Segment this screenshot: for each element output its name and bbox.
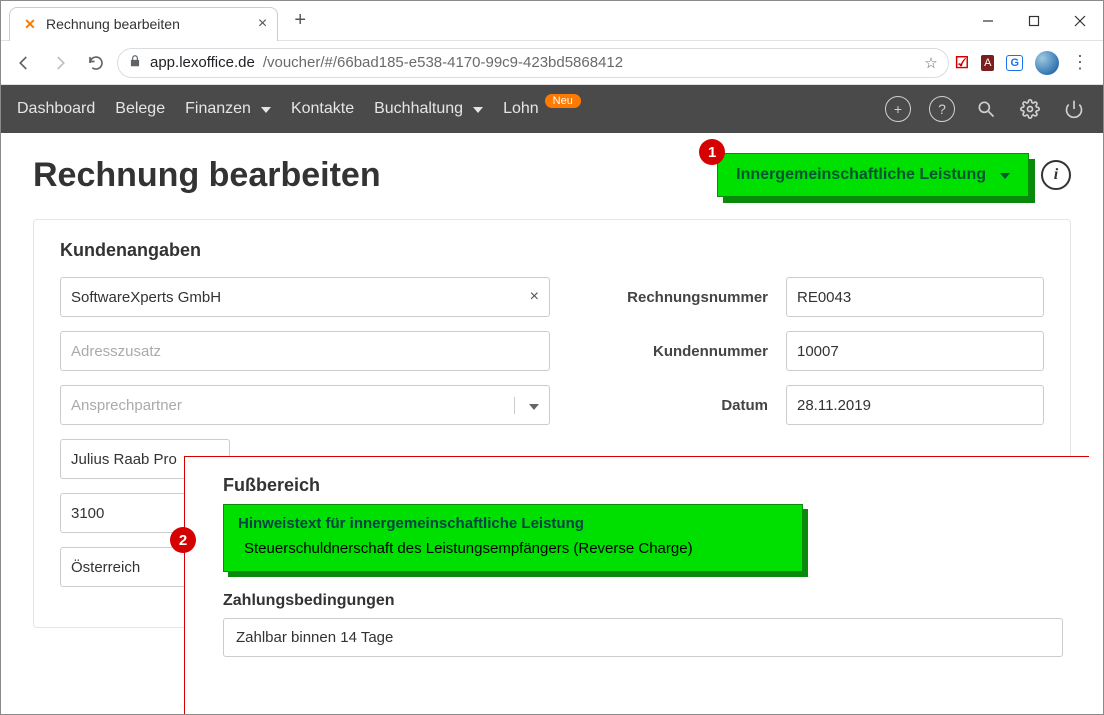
- label-customer-no: Kundennummer: [568, 343, 768, 360]
- nav-buchhaltung[interactable]: Buchhaltung: [374, 100, 483, 118]
- invoice-type-dropdown[interactable]: Innergemeinschaftliche Leistung: [717, 153, 1029, 197]
- customer-number-input[interactable]: 10007: [786, 331, 1044, 371]
- date-input[interactable]: 28.11.2019: [786, 385, 1044, 425]
- new-tab-button[interactable]: +: [286, 7, 314, 35]
- settings-button[interactable]: [1017, 96, 1043, 122]
- window-minimize-button[interactable]: [965, 1, 1011, 41]
- lock-icon: [128, 54, 142, 72]
- help-button[interactable]: ?: [929, 96, 955, 122]
- annotation-marker-1: 1: [699, 139, 725, 165]
- nav-reload-button[interactable]: [81, 48, 111, 78]
- invoice-type-label: Innergemeinschaftliche Leistung: [736, 166, 986, 184]
- app-navigation: Dashboard Belege Finanzen Kontakte Buchh…: [1, 85, 1103, 133]
- url-domain: app.lexoffice.de: [150, 54, 255, 71]
- hint-title: Hinweistext für innergemeinschaftliche L…: [238, 515, 788, 532]
- customer-company-input[interactable]: SoftwareXperts GmbH ×: [60, 277, 550, 317]
- label-invoice-no: Rechnungsnummer: [568, 289, 768, 306]
- tab-title: Rechnung bearbeiten: [46, 16, 180, 32]
- nav-forward-button[interactable]: [45, 48, 75, 78]
- browser-profile-avatar[interactable]: [1035, 51, 1059, 75]
- chevron-down-icon: [257, 100, 271, 118]
- payment-terms-input[interactable]: Zahlbar binnen 14 Tage: [223, 618, 1063, 657]
- contact-person-select[interactable]: Ansprechpartner: [60, 385, 550, 425]
- window-maximize-button[interactable]: [1011, 1, 1057, 41]
- browser-titlebar: ✕ Rechnung bearbeiten × +: [1, 1, 1103, 41]
- chevron-down-icon: [469, 100, 483, 118]
- nav-back-button[interactable]: [9, 48, 39, 78]
- label-date: Datum: [568, 397, 768, 414]
- add-button[interactable]: +: [885, 96, 911, 122]
- extension-blue-icon[interactable]: G: [1006, 55, 1023, 71]
- chevron-down-icon: [514, 397, 539, 414]
- chevron-down-icon: [996, 166, 1010, 184]
- nav-finanzen[interactable]: Finanzen: [185, 100, 271, 118]
- bookmark-star-icon[interactable]: ☆: [924, 54, 937, 72]
- payment-title: Zahlungsbedingungen: [223, 592, 1063, 610]
- footer-section-title: Fußbereich: [223, 475, 1063, 496]
- browser-tab[interactable]: ✕ Rechnung bearbeiten ×: [9, 7, 278, 41]
- nav-lohn-badge: Neu: [545, 94, 581, 108]
- browser-toolbar: app.lexoffice.de/voucher/#/66bad185-e538…: [1, 41, 1103, 85]
- search-button[interactable]: [973, 96, 999, 122]
- address-bar[interactable]: app.lexoffice.de/voucher/#/66bad185-e538…: [117, 48, 949, 78]
- address-supplement-input[interactable]: Adresszusatz: [60, 331, 550, 371]
- tab-close-icon[interactable]: ×: [258, 15, 267, 33]
- favicon-icon: ✕: [22, 16, 38, 32]
- invoice-number-input[interactable]: RE0043: [786, 277, 1044, 317]
- extension-mcafee-icon[interactable]: ☑: [955, 53, 969, 73]
- extension-pdf-icon[interactable]: A: [981, 55, 994, 71]
- power-button[interactable]: [1061, 96, 1087, 122]
- nav-belege[interactable]: Belege: [115, 100, 165, 118]
- nav-kontakte[interactable]: Kontakte: [291, 100, 354, 118]
- hint-body: Steuerschuldnerschaft des Leistungsempfä…: [238, 540, 788, 557]
- annotation-marker-2: 2: [170, 527, 196, 553]
- clear-icon[interactable]: ×: [530, 288, 539, 306]
- nav-lohn[interactable]: LohnNeu: [503, 100, 581, 118]
- browser-menu-icon[interactable]: ⋮: [1071, 52, 1089, 73]
- info-icon[interactable]: i: [1041, 160, 1071, 190]
- url-path: /voucher/#/66bad185-e538-4170-99c9-423bd…: [263, 54, 623, 71]
- nav-dashboard[interactable]: Dashboard: [17, 100, 95, 118]
- customer-section-title: Kundenangaben: [60, 240, 1044, 261]
- hint-box: Hinweistext für innergemeinschaftliche L…: [223, 504, 803, 572]
- footer-overlay: 2 Fußbereich Hinweistext für innergemein…: [184, 456, 1089, 714]
- page-title: Rechnung bearbeiten: [33, 156, 381, 195]
- extensions-area: ☑ A G ⋮: [955, 51, 1095, 75]
- window-close-button[interactable]: [1057, 1, 1103, 41]
